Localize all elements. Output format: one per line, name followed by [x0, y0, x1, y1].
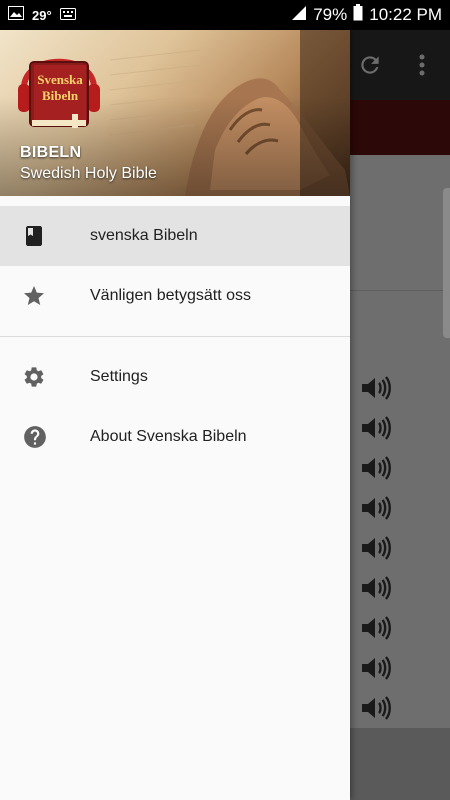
menu-label-about: About Svenska Bibeln: [90, 428, 247, 445]
battery-icon: [353, 4, 363, 26]
speaker-icon[interactable]: [360, 415, 392, 441]
star-icon: [0, 284, 90, 308]
speaker-icon[interactable]: [360, 535, 392, 561]
app-logo: Svenska Bibeln: [14, 38, 104, 130]
svg-text:Svenska: Svenska: [37, 72, 83, 87]
menu-label-rate-us: Vänligen betygsätt oss: [90, 287, 251, 304]
image-notification-icon: [8, 6, 24, 24]
drawer-menu: svenska Bibeln Vänligen betygsätt oss Se…: [0, 206, 350, 467]
drawer-header: Svenska Bibeln BIBELN Swedish Holy Bible: [0, 30, 350, 196]
speaker-icon[interactable]: [360, 655, 392, 681]
status-bar: 29° 79% 10:22 PM: [0, 0, 450, 30]
menu-item-about[interactable]: About Svenska Bibeln: [0, 407, 350, 467]
book-icon: [0, 224, 90, 248]
menu-item-rate-us[interactable]: Vänligen betygsätt oss: [0, 266, 350, 326]
drawer-title: BIBELN: [20, 144, 82, 161]
speaker-icon[interactable]: [360, 575, 392, 601]
speaker-icon[interactable]: [360, 495, 392, 521]
background-scroll-handle[interactable]: [443, 188, 450, 338]
svg-text:Bibeln: Bibeln: [42, 88, 79, 103]
menu-item-settings[interactable]: Settings: [0, 347, 350, 407]
speaker-icon[interactable]: [360, 375, 392, 401]
menu-label-svenska-bibeln: svenska Bibeln: [90, 227, 198, 244]
speaker-icon[interactable]: [360, 455, 392, 481]
background-divider: [350, 290, 450, 291]
menu-item-svenska-bibeln[interactable]: svenska Bibeln: [0, 206, 350, 266]
more-vert-icon[interactable]: [412, 52, 432, 83]
background-bottom-bar: [350, 728, 450, 800]
help-icon: [0, 424, 90, 450]
menu-divider: [0, 336, 350, 337]
navigation-drawer: Svenska Bibeln BIBELN Swedish Holy Bible…: [0, 30, 350, 800]
refresh-icon[interactable]: [357, 52, 383, 83]
speaker-icon[interactable]: [360, 695, 392, 721]
temperature: 29°: [32, 7, 52, 23]
menu-label-settings: Settings: [90, 368, 148, 385]
gear-icon: [0, 365, 90, 389]
drawer-subtitle: Swedish Holy Bible: [20, 165, 157, 182]
speaker-icon[interactable]: [360, 615, 392, 641]
battery-level: 79%: [313, 5, 348, 24]
signal-icon: [291, 5, 307, 26]
keyboard-notification-icon: [59, 7, 76, 24]
clock: 10:22 PM: [369, 5, 442, 24]
